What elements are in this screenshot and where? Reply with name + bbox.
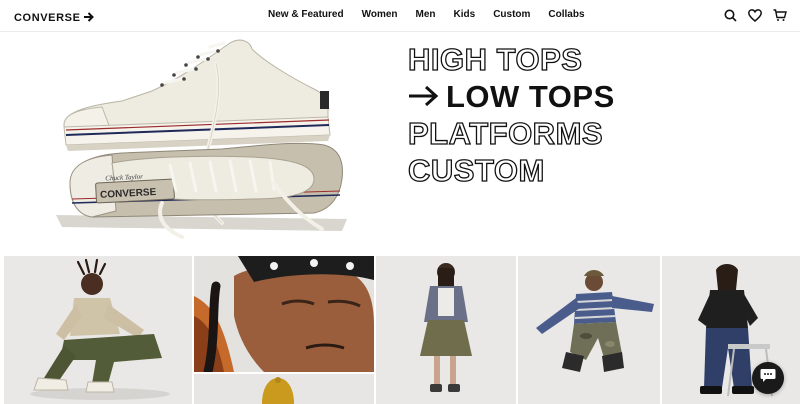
chat-icon [760,368,776,388]
photo-gallery [0,256,800,404]
category-platforms[interactable]: PLATFORMS [407,115,615,152]
nav-men[interactable]: Men [416,9,436,20]
category-high-tops[interactable]: HIGH TOPS [407,41,615,78]
nav-new-featured[interactable]: New & Featured [268,9,344,20]
gallery-tile-model-yellow-hat[interactable] [194,374,374,404]
logo-text: CONVERSE [14,12,81,24]
category-custom-label: CUSTOM [407,152,545,188]
heart-icon[interactable] [747,7,763,23]
category-platforms-label: PLATFORMS [407,115,604,151]
cart-icon[interactable] [772,7,788,23]
category-low-tops[interactable]: LOW TOPS [408,78,615,115]
logo-arrow-icon [83,9,95,27]
search-icon[interactable] [722,7,738,23]
shoe-stack-image: CONVERSE Chuck Taylor [52,33,352,245]
category-low-tops-label: LOW TOPS [446,78,615,114]
category-high-tops-label: HIGH TOPS [407,41,583,77]
arrow-right-icon [408,79,440,115]
hero-section: CONVERSE Chuck Taylor HIGH TOPS LOW TOPS… [0,33,800,253]
gallery-tile-model-jumping[interactable] [518,256,660,404]
site-header: CONVERSE New & Featured Women Men Kids C… [0,0,800,32]
converse-logo[interactable]: CONVERSE [14,9,95,27]
chat-button[interactable] [752,362,784,394]
gallery-tile-model-standing-skirt[interactable] [376,256,516,404]
nav-women[interactable]: Women [362,9,398,20]
nav-custom[interactable]: Custom [493,9,530,20]
nav-collabs[interactable]: Collabs [548,9,584,20]
header-tools [722,7,788,23]
category-custom[interactable]: CUSTOM [407,152,615,189]
gallery-tile-model-bandana-closeup[interactable] [194,256,374,372]
gallery-tile-model-sitting[interactable] [4,256,192,404]
main-nav: New & Featured Women Men Kids Custom Col… [268,9,603,20]
category-list: HIGH TOPS LOW TOPS PLATFORMS CUSTOM [407,41,615,189]
nav-kids[interactable]: Kids [454,9,476,20]
